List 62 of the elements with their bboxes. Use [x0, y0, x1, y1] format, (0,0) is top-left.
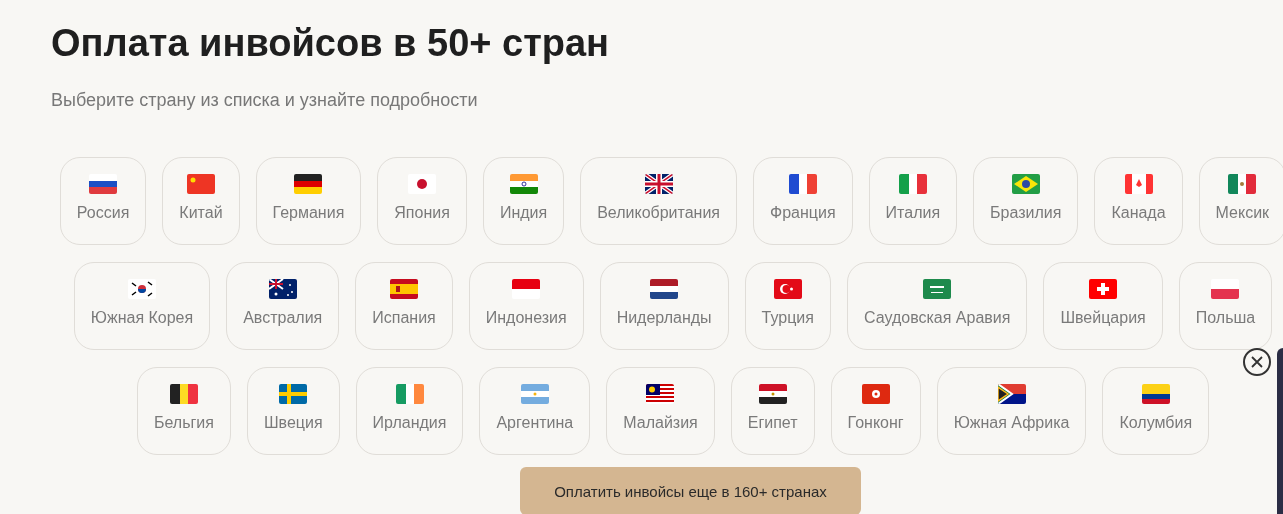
flag-icon — [898, 174, 927, 194]
country-button[interactable]: Гонконг — [830, 367, 921, 455]
flag-icon — [89, 174, 118, 194]
flag-icon — [646, 384, 675, 404]
country-button[interactable]: Германия — [255, 157, 362, 245]
country-button[interactable]: Колумбия — [1102, 367, 1210, 455]
country-button[interactable]: Малайзия — [606, 367, 715, 455]
country-button[interactable]: Канада — [1094, 157, 1183, 245]
country-button[interactable]: Польша — [1178, 262, 1273, 350]
country-button[interactable]: Австралия — [226, 262, 340, 350]
country-button[interactable]: Швейцария — [1043, 262, 1163, 350]
flag-icon — [861, 384, 890, 404]
flag-icon — [279, 384, 308, 404]
country-button[interactable]: Испания — [355, 262, 453, 350]
close-icon — [1250, 355, 1264, 369]
flag-icon — [169, 384, 198, 404]
flag-icon — [1011, 174, 1040, 194]
flag-icon — [1211, 279, 1240, 299]
country-button[interactable]: Нидерланды — [599, 262, 729, 350]
page-title: Оплата инвойсов в 50+ стран — [51, 21, 611, 66]
flag-icon — [1089, 279, 1118, 299]
flag-icon — [650, 279, 679, 299]
flag-icon — [512, 279, 541, 299]
flag-icon — [644, 174, 673, 194]
flag-icon — [127, 279, 156, 299]
country-button[interactable]: Индонезия — [468, 262, 584, 350]
country-button[interactable]: Россия — [59, 157, 147, 245]
flag-icon — [773, 279, 802, 299]
flag-icon — [390, 279, 418, 299]
country-button[interactable]: Аргентина — [479, 367, 591, 455]
country-button[interactable]: Ирландия — [355, 367, 464, 455]
page-subtitle: Выберите страну из списка и узнайте подробности — [51, 90, 479, 111]
country-button[interactable]: Бразилия — [973, 157, 1079, 245]
country-button[interactable]: Швеция — [246, 367, 340, 455]
country-button[interactable]: Япония — [377, 157, 467, 245]
country-button[interactable]: Саудовская Аравия — [846, 262, 1028, 350]
flag-icon — [395, 384, 424, 404]
more-countries-button[interactable]: Оплатить инвойсы еще в 160+ странах — [520, 467, 861, 514]
country-button[interactable]: Индия — [482, 157, 565, 245]
flag-icon — [788, 174, 817, 194]
flag-icon — [1124, 174, 1153, 194]
flag-icon — [268, 279, 297, 299]
country-button[interactable]: Китай — [162, 157, 240, 245]
flag-icon — [186, 174, 215, 194]
flag-icon — [520, 384, 549, 404]
country-button[interactable]: Турция — [744, 262, 831, 350]
flag-icon — [1141, 384, 1170, 404]
country-button[interactable]: Южная Корея — [73, 262, 211, 350]
country-button[interactable]: Франция — [753, 157, 853, 245]
flag-icon — [408, 174, 437, 194]
flag-icon — [758, 384, 787, 404]
flag-icon — [294, 174, 323, 194]
close-button[interactable] — [1243, 348, 1271, 376]
country-button[interactable]: Южная Африка — [936, 367, 1087, 455]
flag-icon — [509, 174, 538, 194]
country-button[interactable]: Бельгия — [136, 367, 231, 455]
flag-icon — [997, 384, 1026, 404]
country-button[interactable]: Италия — [868, 157, 958, 245]
country-button[interactable]: Великобритания — [580, 157, 738, 245]
flag-icon — [923, 279, 952, 299]
country-button[interactable]: Египет — [730, 367, 815, 455]
flag-icon — [1228, 174, 1257, 194]
